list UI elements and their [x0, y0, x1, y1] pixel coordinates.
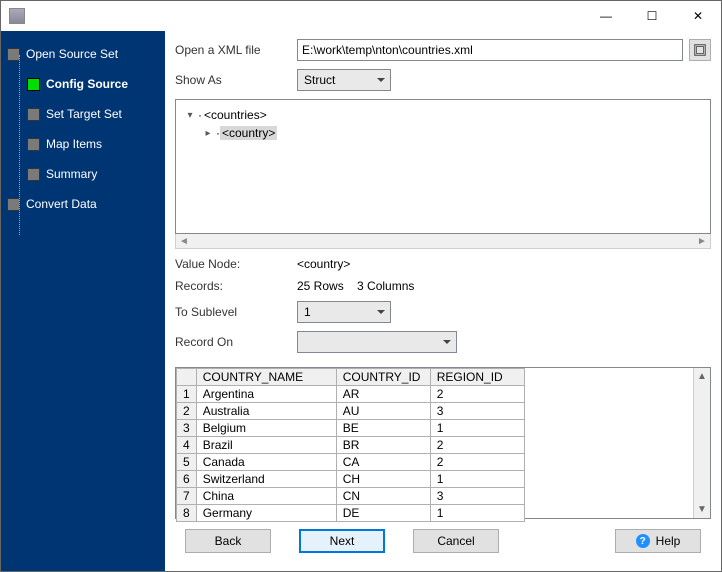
table-row[interactable]: 2AustraliaAU3	[177, 403, 525, 420]
cell[interactable]: 1	[430, 420, 524, 437]
chevron-right-icon[interactable]: ▸	[202, 128, 214, 139]
table-row[interactable]: 7ChinaCN3	[177, 488, 525, 505]
tree-node-child[interactable]: ▸ · <country>	[202, 124, 702, 142]
scroll-up-icon[interactable]: ▲	[694, 368, 710, 385]
records-label: Records:	[175, 279, 297, 293]
step-box-icon	[27, 78, 40, 91]
cell[interactable]: AU	[336, 403, 430, 420]
cell[interactable]: CN	[336, 488, 430, 505]
column-header[interactable]: COUNTRY_ID	[336, 369, 430, 386]
row-number: 3	[177, 420, 197, 437]
row-number: 7	[177, 488, 197, 505]
row-number: 2	[177, 403, 197, 420]
sidebar-item-config-source[interactable]: Config Source	[27, 71, 159, 97]
table-row[interactable]: 5CanadaCA2	[177, 454, 525, 471]
cell[interactable]: Argentina	[196, 386, 336, 403]
app-window: — ☐ ✕ Open Source Set Config Source Set …	[0, 0, 722, 572]
sidebar-item-label: Set Target Set	[46, 107, 122, 121]
record-on-select[interactable]	[297, 331, 457, 353]
table-row[interactable]: 6SwitzerlandCH1	[177, 471, 525, 488]
value-node-label: Value Node:	[175, 257, 297, 271]
sidebar-item-convert-data[interactable]: Convert Data	[7, 191, 159, 217]
cell[interactable]: BR	[336, 437, 430, 454]
column-header[interactable]: REGION_ID	[430, 369, 524, 386]
chevron-down-icon[interactable]: ▾	[184, 110, 196, 121]
step-box-icon	[27, 138, 40, 151]
cell[interactable]: 3	[430, 488, 524, 505]
data-table[interactable]: COUNTRY_NAME COUNTRY_ID REGION_ID 1Argen…	[176, 368, 525, 522]
value-node-value: <country>	[297, 257, 350, 271]
record-on-label: Record On	[175, 335, 297, 349]
browse-icon	[693, 43, 707, 57]
wizard-sidebar: Open Source Set Config Source Set Target…	[1, 31, 165, 571]
row-number: 5	[177, 454, 197, 471]
tree-node-label: <countries>	[202, 108, 269, 122]
sidebar-item-set-target-set[interactable]: Set Target Set	[27, 101, 159, 127]
cell[interactable]: Canada	[196, 454, 336, 471]
minimize-button[interactable]: —	[583, 1, 629, 31]
next-button[interactable]: Next	[299, 529, 385, 553]
sidebar-item-label: Convert Data	[26, 197, 97, 211]
tree-node-root[interactable]: ▾ · <countries>	[184, 106, 702, 124]
data-grid: COUNTRY_NAME COUNTRY_ID REGION_ID 1Argen…	[175, 367, 711, 519]
help-icon: ?	[636, 534, 650, 548]
records-value: 25 Rows 3 Columns	[297, 279, 414, 293]
cell[interactable]: Belgium	[196, 420, 336, 437]
cell[interactable]: 3	[430, 403, 524, 420]
table-vertical-scrollbar[interactable]: ▲ ▼	[693, 368, 710, 518]
cell[interactable]: Brazil	[196, 437, 336, 454]
cancel-button[interactable]: Cancel	[413, 529, 499, 553]
step-box-icon	[27, 168, 40, 181]
open-file-label: Open a XML file	[175, 43, 297, 57]
tree-horizontal-scrollbar[interactable]: ◄ ►	[175, 234, 711, 250]
cell[interactable]: 2	[430, 386, 524, 403]
column-header[interactable]: COUNTRY_NAME	[196, 369, 336, 386]
browse-button[interactable]	[689, 39, 711, 61]
row-number: 1	[177, 386, 197, 403]
sidebar-item-summary[interactable]: Summary	[27, 161, 159, 187]
cell[interactable]: CA	[336, 454, 430, 471]
sidebar-item-label: Config Source	[46, 77, 128, 91]
cell[interactable]: 1	[430, 471, 524, 488]
table-row[interactable]: 3BelgiumBE1	[177, 420, 525, 437]
sublevel-select[interactable]: 1	[297, 301, 391, 323]
show-as-select[interactable]: Struct	[297, 69, 391, 91]
help-label: Help	[656, 534, 681, 548]
sidebar-item-label: Open Source Set	[26, 47, 118, 61]
sidebar-item-open-source-set[interactable]: Open Source Set	[7, 41, 159, 67]
cell[interactable]: China	[196, 488, 336, 505]
sidebar-item-label: Map Items	[46, 137, 102, 151]
main-panel: Open a XML file Show As Struct ▾ ·	[165, 31, 721, 571]
back-button[interactable]: Back	[185, 529, 271, 553]
cell[interactable]: CH	[336, 471, 430, 488]
close-button[interactable]: ✕	[675, 1, 721, 31]
scroll-left-icon[interactable]: ◄	[176, 236, 192, 247]
cell[interactable]: AR	[336, 386, 430, 403]
table-row[interactable]: 1ArgentinaAR2	[177, 386, 525, 403]
row-number: 6	[177, 471, 197, 488]
xml-tree[interactable]: ▾ · <countries> ▸ · <country>	[175, 99, 711, 234]
file-path-input[interactable]	[297, 39, 683, 61]
tree-node-label: <country>	[220, 126, 277, 140]
show-as-label: Show As	[175, 73, 297, 87]
cell[interactable]: Switzerland	[196, 471, 336, 488]
app-icon	[9, 8, 25, 24]
cell[interactable]: 2	[430, 437, 524, 454]
cell[interactable]: Australia	[196, 403, 336, 420]
table-corner	[177, 369, 197, 386]
table-row[interactable]: 4BrazilBR2	[177, 437, 525, 454]
sidebar-item-label: Summary	[46, 167, 97, 181]
maximize-button[interactable]: ☐	[629, 1, 675, 31]
scroll-right-icon[interactable]: ►	[694, 236, 710, 247]
help-button[interactable]: ? Help	[615, 529, 701, 553]
step-box-icon	[27, 108, 40, 121]
sidebar-item-map-items[interactable]: Map Items	[27, 131, 159, 157]
cell[interactable]: 2	[430, 454, 524, 471]
cell[interactable]: BE	[336, 420, 430, 437]
titlebar: — ☐ ✕	[1, 1, 721, 31]
row-number: 4	[177, 437, 197, 454]
sublevel-label: To Sublevel	[175, 305, 297, 319]
wizard-footer: Back Next Cancel ? Help	[175, 519, 711, 563]
scroll-down-icon[interactable]: ▼	[694, 501, 710, 518]
